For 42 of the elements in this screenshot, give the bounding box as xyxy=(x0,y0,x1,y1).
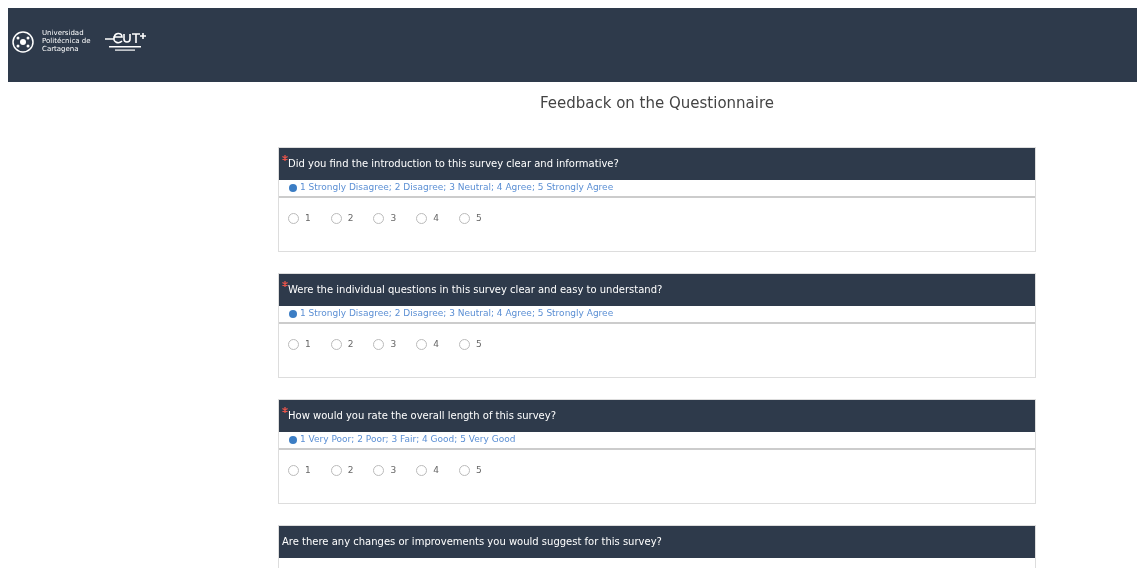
question-text: Are there any changes or improvements you would suggest for this survey? xyxy=(282,535,662,549)
question-text: Were the individual questions in this survey clear and easy to understand? xyxy=(288,283,663,297)
question-text: Did you find the introduction to this survey clear and informative? xyxy=(288,157,619,171)
rating-option[interactable]: 4 xyxy=(416,463,439,477)
radio-button[interactable] xyxy=(416,464,428,476)
radio-button[interactable] xyxy=(416,338,428,350)
radio-button[interactable] xyxy=(458,464,470,476)
radio-button[interactable] xyxy=(458,338,470,350)
radio-button[interactable] xyxy=(288,338,299,350)
radio-button[interactable] xyxy=(288,464,299,476)
rating-option[interactable]: 3 xyxy=(373,463,397,477)
rating-option[interactable]: 5 xyxy=(458,463,482,477)
help-icon xyxy=(289,183,297,192)
radio-button[interactable] xyxy=(373,464,385,476)
university-seal-icon xyxy=(12,31,34,53)
radio-button[interactable] xyxy=(373,338,385,350)
rating-option[interactable]: 4 xyxy=(416,211,439,225)
radio-button[interactable] xyxy=(330,338,342,350)
help-icon xyxy=(289,435,297,444)
rating-option[interactable]: 4 xyxy=(416,337,439,351)
scale-hint: 1 Very Poor; 2 Poor; 3 Fair; 4 Good; 5 Very Good xyxy=(300,432,516,446)
rating-option[interactable]: 1 xyxy=(288,211,311,225)
rating-option[interactable]: 3 xyxy=(373,211,397,225)
radio-button[interactable] xyxy=(416,212,428,224)
rating-option[interactable]: 5 xyxy=(458,211,482,225)
rating-option[interactable]: 2 xyxy=(330,211,354,225)
radio-button[interactable] xyxy=(330,212,342,224)
rating-option[interactable]: 1 xyxy=(288,463,311,477)
question-text: How would you rate the overall length of this survey? xyxy=(288,409,556,423)
scale-hint: 1 Strongly Disagree; 2 Disagree; 3 Neutral; 4 Agree; 5 Strongly Agree xyxy=(300,306,614,320)
rating-option[interactable]: 2 xyxy=(330,337,354,351)
radio-button[interactable] xyxy=(458,212,470,224)
rating-option[interactable]: 5 xyxy=(458,337,482,351)
radio-button[interactable] xyxy=(373,212,385,224)
rating-option[interactable]: 2 xyxy=(330,463,354,477)
scale-hint: 1 Strongly Disagree; 2 Disagree; 3 Neutral; 4 Agree; 5 Strongly Agree xyxy=(300,180,614,194)
radio-button[interactable] xyxy=(330,464,342,476)
help-icon xyxy=(289,309,297,318)
rating-option[interactable]: 3 xyxy=(373,337,397,351)
rating-option[interactable]: 1 xyxy=(288,337,311,351)
page-title: Feedback on the Questionnaire xyxy=(539,93,775,114)
radio-button[interactable] xyxy=(288,212,299,224)
